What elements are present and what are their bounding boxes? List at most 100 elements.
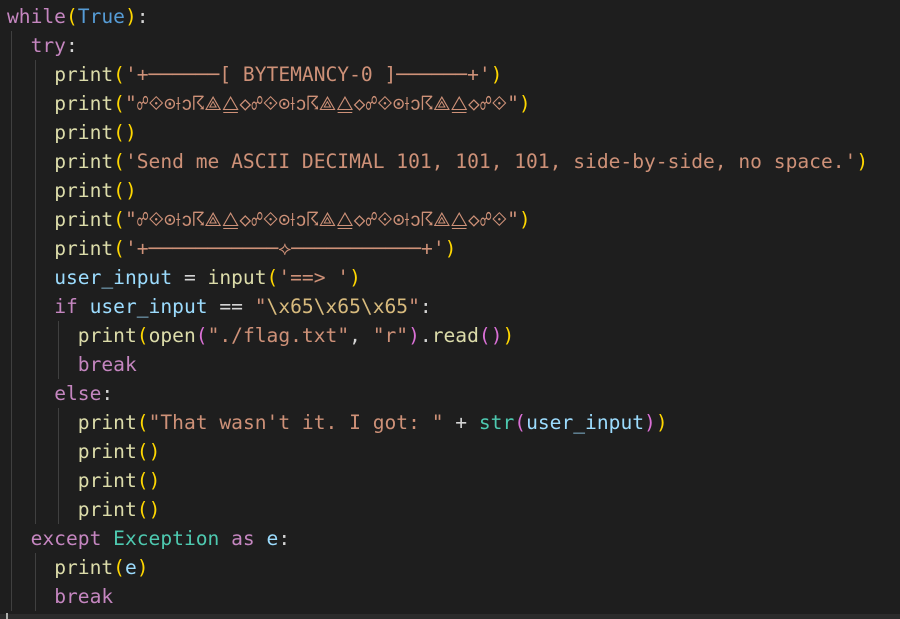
code-token: input xyxy=(207,266,267,289)
code-token: print xyxy=(54,556,114,579)
code-token: '==> ' xyxy=(278,266,350,289)
indent-guide xyxy=(58,321,60,379)
code-token: try xyxy=(30,34,66,57)
indent-guide xyxy=(11,31,12,611)
code-line[interactable]: print() xyxy=(54,176,137,205)
code-token: ) xyxy=(408,324,420,347)
code-line[interactable]: print(e) xyxy=(54,553,148,582)
code-token: break xyxy=(77,353,137,376)
code-token: 'Send me ASCII DECIMAL 101, 101, 101, si… xyxy=(124,150,857,173)
code-token: ) xyxy=(444,237,457,260)
code-token: print xyxy=(54,237,114,260)
code-token: ) xyxy=(856,150,869,173)
code-line[interactable]: else: xyxy=(54,379,113,408)
code-token: ( xyxy=(136,324,149,347)
code-token: \x65\x65\x65 xyxy=(266,295,409,318)
code-token: " xyxy=(254,295,267,318)
code-token: ( xyxy=(136,498,149,521)
code-token: print xyxy=(77,498,137,521)
code-token: ) xyxy=(148,440,161,463)
code-token: ) xyxy=(124,121,137,144)
code-line[interactable]: print('+───────────⟡───────────+') xyxy=(54,234,456,263)
code-line[interactable]: print("☍⟐⊙⟊ↄ☈⟁⧋◇☍⟐⊙⟊ↄ☈⟁⧋◇☍⟐⊙⟊ↄ☈⟁⧋◇☍⟐") xyxy=(54,89,530,118)
code-token: "☍⟐⊙⟊ↄ☈⟁⧋◇☍⟐⊙⟊ↄ☈⟁⧋◇☍⟐⊙⟊ↄ☈⟁⧋◇☍⟐" xyxy=(124,208,519,231)
code-token: ) xyxy=(148,469,161,492)
code-token: ( xyxy=(136,411,149,434)
code-token: break xyxy=(54,585,114,608)
code-token: ( xyxy=(113,63,125,86)
code-line[interactable]: print("☍⟐⊙⟊ↄ☈⟁⧋◇☍⟐⊙⟊ↄ☈⟁⧋◇☍⟐⊙⟊ↄ☈⟁⧋◇☍⟐") xyxy=(54,205,530,234)
code-token: + xyxy=(443,411,479,434)
code-line[interactable]: print() xyxy=(78,466,161,495)
code-line[interactable]: except Exception as e: xyxy=(31,524,291,553)
code-token: str xyxy=(478,411,515,434)
code-token: while xyxy=(7,5,66,28)
code-token: ( xyxy=(113,237,125,260)
horizontal-scrollbar[interactable] xyxy=(0,614,900,619)
code-token: ) xyxy=(349,266,361,289)
code-token: ) xyxy=(136,556,149,579)
code-token: : xyxy=(278,527,291,550)
code-token: ) xyxy=(124,5,137,28)
code-line[interactable]: print(open("./flag.txt", "r").read()) xyxy=(78,321,514,350)
code-line[interactable]: print() xyxy=(54,118,137,147)
code-token: "☍⟐⊙⟊ↄ☈⟁⧋◇☍⟐⊙⟊ↄ☈⟁⧋◇☍⟐⊙⟊ↄ☈⟁⧋◇☍⟐" xyxy=(124,92,519,115)
code-token: = xyxy=(172,266,208,289)
code-token: ( xyxy=(113,92,125,115)
code-line[interactable]: while(True): xyxy=(7,2,149,31)
code-token: print xyxy=(77,324,137,347)
code-line[interactable]: try: xyxy=(31,31,78,60)
code-token: e xyxy=(266,527,279,550)
code-line[interactable]: print() xyxy=(78,495,161,524)
code-token: e xyxy=(124,556,137,579)
code-token: ) xyxy=(502,324,515,347)
code-token: print xyxy=(54,121,114,144)
code-token: : xyxy=(136,5,149,28)
code-token: ) xyxy=(490,324,503,347)
code-token: print xyxy=(54,92,114,115)
code-token: ( xyxy=(113,208,125,231)
code-token: ) xyxy=(518,208,531,231)
code-token: user_input xyxy=(526,411,645,434)
code-token: user_input xyxy=(89,295,208,318)
code-token: " xyxy=(408,295,420,318)
code-token: ) xyxy=(148,498,161,521)
code-token: '+───────────⟡───────────+' xyxy=(124,237,445,260)
text-cursor xyxy=(6,613,8,619)
code-line[interactable]: print() xyxy=(78,437,161,466)
code-line[interactable]: break xyxy=(54,582,113,611)
code-line[interactable]: print("That wasn't it. I got: " + str(us… xyxy=(78,408,668,437)
code-line[interactable]: break xyxy=(78,350,137,379)
code-token: ( xyxy=(478,324,491,347)
code-token: ( xyxy=(136,469,149,492)
code-token: ( xyxy=(113,121,125,144)
code-token: print xyxy=(54,63,114,86)
code-token: print xyxy=(54,150,114,173)
code-token: ( xyxy=(266,266,279,289)
code-token: print xyxy=(77,469,137,492)
code-line[interactable]: print('Send me ASCII DECIMAL 101, 101, 1… xyxy=(54,147,868,176)
code-token: user_input xyxy=(54,266,173,289)
indent-guide xyxy=(58,408,60,524)
code-token: True xyxy=(77,5,125,28)
code-token: ( xyxy=(65,5,78,28)
code-token: ( xyxy=(514,411,527,434)
code-editor[interactable]: while(True): try: print('+──────[ BYTEMANC… xyxy=(0,0,900,619)
code-line[interactable]: if user_input == "\x65\x65\x65": xyxy=(54,292,432,321)
code-token: ( xyxy=(113,556,125,579)
code-token: ( xyxy=(113,179,125,202)
code-token: "That wasn't it. I got: " xyxy=(148,411,444,434)
code-token: print xyxy=(77,411,137,434)
code-token: read xyxy=(431,324,479,347)
code-line[interactable]: print('+──────[ BYTEMANCY-0 ]──────+') xyxy=(54,60,502,89)
code-token: if xyxy=(54,295,78,318)
code-token: "./flag.txt" xyxy=(207,324,350,347)
code-token: print xyxy=(77,440,137,463)
code-line[interactable]: user_input = input('==> ') xyxy=(54,263,361,292)
code-token: ) xyxy=(124,179,137,202)
code-token: ( xyxy=(113,150,125,173)
code-token: ) xyxy=(655,411,668,434)
